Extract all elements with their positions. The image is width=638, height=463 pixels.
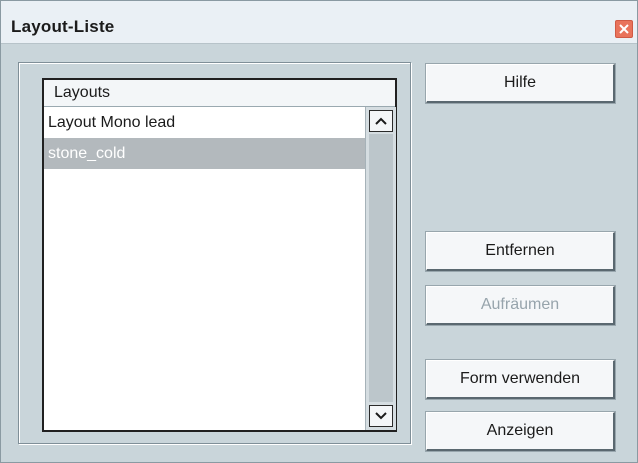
scroll-down-button[interactable] (369, 405, 393, 427)
close-button[interactable] (615, 20, 633, 38)
scrollbar-track[interactable] (369, 134, 393, 402)
window-title: Layout-Liste (11, 17, 115, 36)
arrow-down-icon (375, 412, 387, 420)
use-form-button[interactable]: Form verwenden (426, 360, 615, 399)
list-item-selected[interactable]: stone_cold (44, 138, 365, 169)
arrow-up-icon (375, 117, 387, 125)
list-header-label: Layouts (54, 84, 111, 101)
show-button[interactable]: Anzeigen (426, 412, 615, 451)
title-bar[interactable]: Layout-Liste (1, 1, 637, 44)
remove-button[interactable]: Entfernen (426, 232, 615, 271)
layouts-listbox[interactable]: Layouts Layout Mono lead stone_cold (42, 78, 397, 432)
layout-list-dialog: Layout-Liste Layouts Layout Mono lead st… (0, 0, 638, 463)
list-column-header[interactable]: Layouts (44, 80, 395, 107)
help-button[interactable]: Hilfe (426, 64, 615, 103)
close-icon (619, 24, 629, 34)
vertical-scrollbar[interactable] (365, 107, 396, 430)
list-rows: Layout Mono lead stone_cold (44, 107, 365, 430)
cleanup-button[interactable]: Aufräumen (426, 286, 615, 325)
scroll-up-button[interactable] (369, 110, 393, 132)
list-item[interactable]: Layout Mono lead (44, 107, 365, 138)
